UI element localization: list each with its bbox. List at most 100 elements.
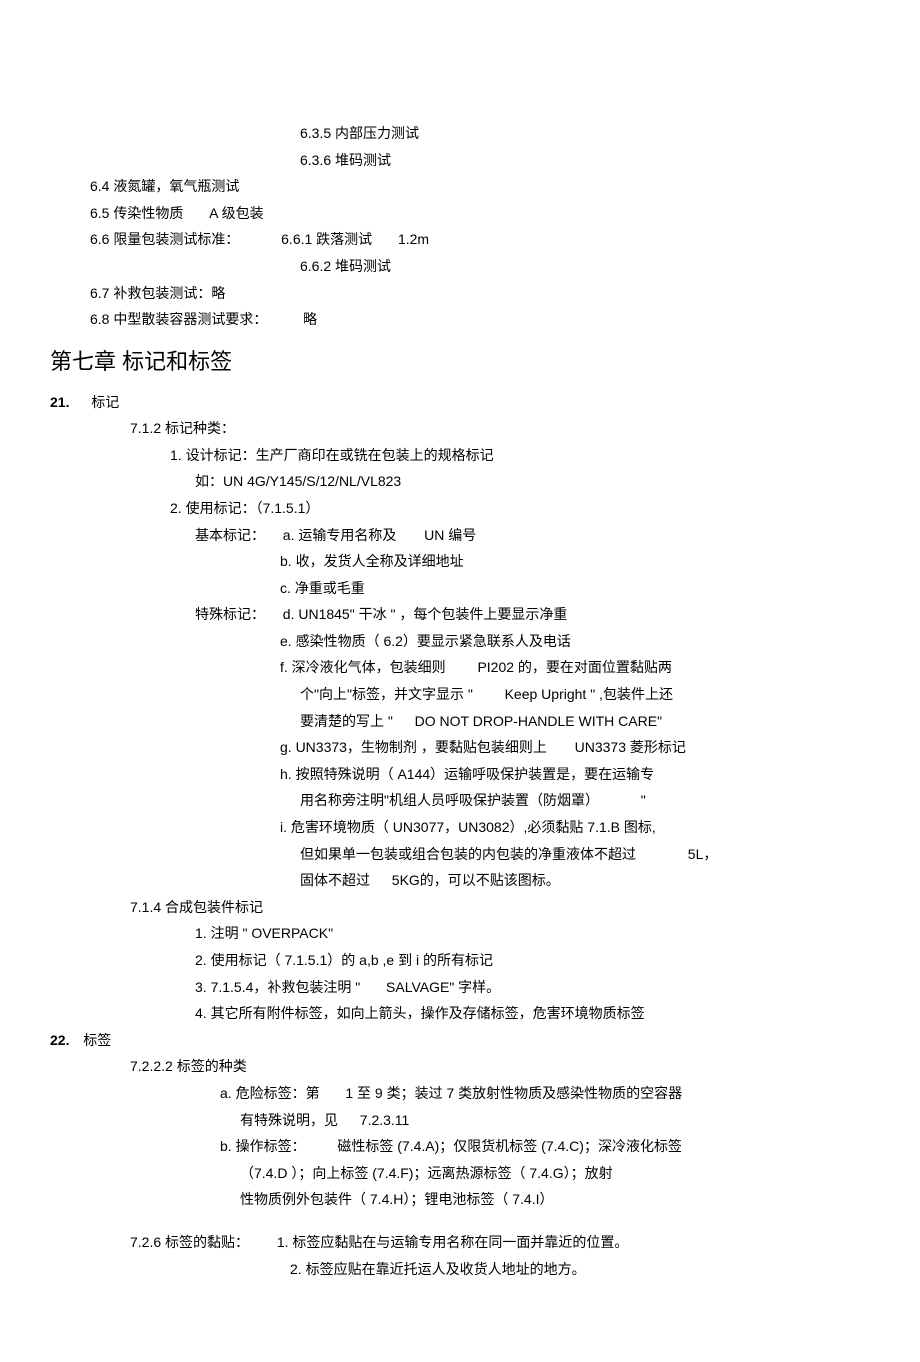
- text: 2. 使用标记（ 7.1.5.1）的 a,b ,e 到 i 的所有标记: [195, 952, 493, 968]
- text: 6.5 传染性物质: [90, 205, 183, 221]
- text-line: 个"向上"标签，并文字显示 " Keep Upright " ,包装件上还: [90, 681, 830, 708]
- text-line: f. 深冷液化气体，包装细则 PI202 的，要在对面位置黏贴两: [90, 654, 830, 681]
- text: 如：UN 4G/Y145/S/12/NL/VL823: [195, 473, 401, 489]
- text: e. 感染性物质（ 6.2）要显示紧急联系人及电话: [280, 633, 571, 649]
- text: 有特殊说明，见: [240, 1112, 338, 1128]
- text: 性物质例外包装件（ 7.4.H）；锂电池标签（ 7.4.I）: [240, 1191, 553, 1207]
- text: 磁性标签 (7.4.A)；仅限货机标签 (7.4.C)；深冷液化标签: [337, 1138, 682, 1154]
- text: ": [641, 792, 646, 808]
- text: 7.1.2 标记种类：: [130, 420, 235, 436]
- text-line: 用名称旁注明"机组人员呼吸保护装置（防烟罩） ": [90, 787, 830, 814]
- document-page: 6.3.5 内部压力测试 6.3.6 堆码测试 6.4 液氮罐，氧气瓶测试 6.…: [0, 0, 920, 1362]
- chapter-heading: 第七章 标记和标签: [50, 341, 830, 383]
- text-line: h. 按照特殊说明（ A144）运输呼吸保护装置是，要在运输专: [90, 761, 830, 788]
- text-line: 3. 7.1.5.4，补救包装注明 " SALVAGE" 字样。: [90, 974, 830, 1001]
- text-line: （7.4.D ）；向上标签 (7.4.F)；远离热源标签（ 7.4.G）；放射: [90, 1160, 830, 1187]
- text-line: 7.1.4 合成包装件标记: [90, 894, 830, 921]
- text: 略: [303, 311, 317, 327]
- text: 特殊标记：: [195, 606, 265, 622]
- text-line: 1. 注明 " OVERPACK": [90, 920, 830, 947]
- text-line: 6.6.2 堆码测试: [90, 253, 830, 280]
- text: DO NOT DROP-HANDLE WITH CARE": [415, 713, 662, 729]
- text: 用名称旁注明"机组人员呼吸保护装置（防烟罩）: [300, 792, 599, 808]
- text: 6.3.6 堆码测试: [300, 152, 391, 168]
- text-line: 7.2.6 标签的黏贴： 1. 标签应黏贴在与运输专用名称在同一面并靠近的位置。: [90, 1229, 830, 1256]
- text: SALVAGE" 字样。: [386, 979, 500, 995]
- text-line: e. 感染性物质（ 6.2）要显示紧急联系人及电话: [90, 628, 830, 655]
- text: 6.6 限量包装测试标准：: [90, 231, 239, 247]
- text: 2. 标签应贴在靠近托运人及收货人地址的地方。: [290, 1261, 586, 1277]
- text: 6.3.5 内部压力测试: [300, 125, 419, 141]
- text-line: 6.3.5 内部压力测试: [90, 120, 830, 147]
- text: 6.6.1 跌落测试: [281, 231, 372, 247]
- text-line: a. 危险标签：第 1 至 9 类；装过 7 类放射性物质及感染性物质的空容器: [90, 1080, 830, 1107]
- text-line: 固体不超过 5KG的，可以不贴该图标。: [90, 867, 830, 894]
- text: g. UN3373，生物制剂 ，要黏贴包装细则上: [280, 739, 547, 755]
- text: 7.2.3.11: [360, 1112, 410, 1128]
- text-line: 7.2.2.2 标签的种类: [90, 1053, 830, 1080]
- text: （7.4.D ）；向上标签 (7.4.F)；远离热源标签（ 7.4.G）；放射: [240, 1165, 613, 1181]
- text: 1. 注明 " OVERPACK": [195, 925, 333, 941]
- text-line: 2. 使用标记：（7.1.5.1）: [90, 495, 830, 522]
- text: 6.8 中型散装容器测试要求：: [90, 311, 267, 327]
- text-line: 性物质例外包装件（ 7.4.H）；锂电池标签（ 7.4.I）: [90, 1186, 830, 1213]
- text: a. 危险标签：第: [220, 1085, 320, 1101]
- section-number: 22.: [50, 1032, 69, 1048]
- text: Keep Upright " ,包装件上还: [505, 686, 673, 702]
- text: 5L，: [688, 846, 718, 862]
- text-line: 6.4 液氮罐，氧气瓶测试: [90, 173, 830, 200]
- section-heading: 21. 标记: [50, 389, 830, 416]
- text-line: 特殊标记： d. UN1845" 干冰 " ，每个包装件上要显示净重: [90, 601, 830, 628]
- text: PI202 的，要在对面位置黏贴两: [477, 659, 671, 675]
- text: c. 净重或毛重: [280, 580, 365, 596]
- text: 3. 7.1.5.4，补救包装注明 ": [195, 979, 360, 995]
- text-line: b. 收，发货人全称及详细地址: [90, 548, 830, 575]
- text: UN 编号: [424, 527, 476, 543]
- text: 5KG的，可以不贴该图标。: [392, 872, 560, 888]
- text: 但如果单一包装或组合包装的内包装的净重液体不超过: [300, 846, 636, 862]
- text: 个"向上"标签，并文字显示 ": [300, 686, 473, 702]
- text: 1. 设计标记：生产厂商印在或铣在包装上的规格标记: [170, 447, 494, 463]
- text: b. 操作标签：: [220, 1138, 306, 1154]
- text: 7.2.6 标签的黏贴：: [130, 1234, 249, 1250]
- text-line: 6.7 补救包装测试：略: [90, 280, 830, 307]
- text-line: 4. 其它所有附件标签，如向上箭头，操作及存储标签，危害环境物质标签: [90, 1000, 830, 1027]
- text: UN3373 菱形标记: [575, 739, 686, 755]
- section-title: 标签: [83, 1032, 111, 1048]
- text: 6.6.2 堆码测试: [300, 258, 391, 274]
- text: 基本标记：: [195, 527, 265, 543]
- text-line: g. UN3373，生物制剂 ，要黏贴包装细则上 UN3373 菱形标记: [90, 734, 830, 761]
- text: i. 危害环境物质（ UN3077，UN3082）,必须黏贴 7.1.B 图标,: [280, 819, 656, 835]
- text: A 级包装: [209, 205, 263, 221]
- text-line: 6.8 中型散装容器测试要求： 略: [90, 306, 830, 333]
- text-line: 要清楚的写上 " DO NOT DROP-HANDLE WITH CARE": [90, 708, 830, 735]
- text: h. 按照特殊说明（ A144）运输呼吸保护装置是，要在运输专: [280, 766, 654, 782]
- text: b. 收，发货人全称及详细地址: [280, 553, 464, 569]
- text: 6.7 补救包装测试：略: [90, 285, 225, 301]
- text-line: 基本标记： a. 运输专用名称及 UN 编号: [90, 522, 830, 549]
- section-number: 21.: [50, 394, 69, 410]
- text: 要清楚的写上 ": [300, 713, 393, 729]
- text: 2. 使用标记：（7.1.5.1）: [170, 500, 319, 516]
- heading-text: 第七章 标记和标签: [50, 349, 232, 374]
- text-line: 6.6 限量包装测试标准： 6.6.1 跌落测试 1.2m: [90, 226, 830, 253]
- text: a. 运输专用名称及: [283, 527, 397, 543]
- text-line: 如：UN 4G/Y145/S/12/NL/VL823: [90, 468, 830, 495]
- text-line: i. 危害环境物质（ UN3077，UN3082）,必须黏贴 7.1.B 图标,: [90, 814, 830, 841]
- text-line: 1. 设计标记：生产厂商印在或铣在包装上的规格标记: [90, 442, 830, 469]
- text: 6.4 液氮罐，氧气瓶测试: [90, 178, 239, 194]
- text-line: 2. 标签应贴在靠近托运人及收货人地址的地方。: [90, 1256, 830, 1283]
- text-line: 2. 使用标记（ 7.1.5.1）的 a,b ,e 到 i 的所有标记: [90, 947, 830, 974]
- text-line: 7.1.2 标记种类：: [90, 415, 830, 442]
- text: 4. 其它所有附件标签，如向上箭头，操作及存储标签，危害环境物质标签: [195, 1005, 645, 1021]
- text: f. 深冷液化气体，包装细则: [280, 659, 446, 675]
- section-title: 标记: [91, 394, 119, 410]
- text-line: b. 操作标签： 磁性标签 (7.4.A)；仅限货机标签 (7.4.C)；深冷液…: [90, 1133, 830, 1160]
- text-line: 有特殊说明，见 7.2.3.11: [90, 1107, 830, 1134]
- text-line: c. 净重或毛重: [90, 575, 830, 602]
- text-line: 6.5 传染性物质 A 级包装: [90, 200, 830, 227]
- text: 1. 标签应黏贴在与运输专用名称在同一面并靠近的位置。: [277, 1234, 629, 1250]
- section-heading: 22. 标签: [50, 1027, 830, 1054]
- text-line: 但如果单一包装或组合包装的内包装的净重液体不超过 5L，: [90, 841, 830, 868]
- text: 7.2.2.2 标签的种类: [130, 1058, 247, 1074]
